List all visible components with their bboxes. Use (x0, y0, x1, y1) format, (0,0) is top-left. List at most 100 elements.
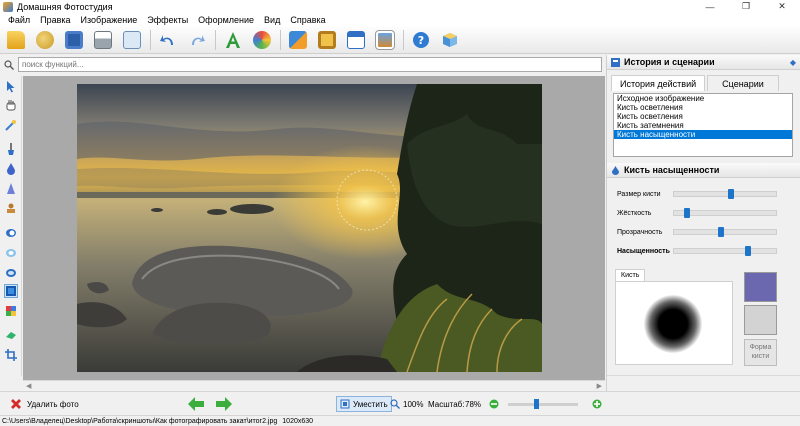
window-controls: — ❐ ✕ (692, 0, 800, 13)
panel-horizontal-scrollbar[interactable] (607, 375, 800, 385)
slider-thumb[interactable] (683, 208, 690, 218)
history-list: Исходное изображение Кисть осветления Ки… (613, 93, 793, 157)
collapse-panel-icon[interactable]: ◆ (790, 58, 796, 67)
help-icon: ? (413, 32, 429, 48)
hardness-slider[interactable] (673, 208, 777, 218)
calendar-button[interactable] (345, 29, 367, 51)
palette-button[interactable] (34, 29, 56, 51)
decor-button[interactable] (251, 29, 273, 51)
menu-image[interactable]: Изображение (76, 15, 143, 25)
magic-wand-tool[interactable] (4, 118, 18, 132)
menu-design[interactable]: Оформление (193, 15, 259, 25)
list-item[interactable]: Кисть осветления (614, 112, 792, 121)
brush-size-slider[interactable] (673, 189, 777, 199)
dodge-tool[interactable] (4, 226, 18, 240)
hand-tool[interactable] (4, 98, 18, 112)
zoom-in-button[interactable] (592, 396, 602, 412)
canvas-horizontal-scrollbar[interactable]: ◀ ▶ (23, 380, 605, 390)
title-bar: Домашняя Фотостудия — ❐ ✕ (0, 0, 800, 13)
frame-icon (318, 31, 336, 49)
saturation-tool[interactable] (4, 284, 18, 298)
scroll-left-icon[interactable]: ◀ (26, 382, 31, 390)
left-toolbar (0, 76, 22, 376)
menu-help[interactable]: Справка (285, 15, 330, 25)
hardness-label: Жёсткость (617, 209, 652, 217)
zoom-slider-thumb[interactable] (534, 399, 539, 409)
undo-button[interactable] (157, 29, 179, 51)
zoom-100-button[interactable]: 100% (390, 396, 423, 412)
dodge-icon (6, 229, 16, 237)
color-tool[interactable] (4, 304, 18, 318)
effects-button[interactable] (287, 29, 309, 51)
zoom-slider[interactable] (508, 399, 578, 409)
scroll-right-icon[interactable]: ▶ (597, 382, 602, 390)
main-color-swatch[interactable] (744, 272, 777, 302)
photo[interactable] (77, 84, 542, 372)
open-button[interactable] (5, 29, 27, 51)
undo-icon (160, 35, 173, 45)
sharpen-tool[interactable] (4, 182, 18, 196)
menu-edit[interactable]: Правка (35, 15, 75, 25)
brush-preview (615, 281, 733, 365)
brush-shape-button[interactable]: Форма кисти (744, 339, 777, 366)
help-button[interactable]: ? (410, 29, 432, 51)
search-bar (0, 55, 606, 74)
3d-box-button[interactable] (439, 29, 461, 51)
list-item[interactable]: Исходное изображение (614, 94, 792, 103)
menu-view[interactable]: Вид (259, 15, 285, 25)
toolbar-separator (215, 30, 216, 50)
saturation-slider[interactable] (673, 246, 777, 256)
cursor-arrow-icon (7, 81, 15, 93)
collage-button[interactable] (374, 29, 396, 51)
open-folder-icon (7, 31, 25, 49)
redo-button[interactable] (186, 29, 208, 51)
eraser-tool[interactable] (4, 328, 18, 342)
image-canvas[interactable] (23, 76, 605, 380)
zoom-out-button[interactable] (489, 396, 499, 412)
calendar-icon (347, 31, 365, 49)
brush-tool[interactable] (4, 142, 18, 156)
preview-button[interactable] (121, 29, 143, 51)
list-item[interactable]: Кисть осветления (614, 103, 792, 112)
slider-thumb[interactable] (718, 227, 725, 237)
print-button[interactable] (92, 29, 114, 51)
menu-file[interactable]: Файл (3, 15, 35, 25)
sponge-tool[interactable] (4, 266, 18, 280)
frame-button[interactable] (316, 29, 338, 51)
list-item-selected[interactable]: Кисть насыщенности (614, 130, 792, 139)
next-photo-button[interactable] (216, 396, 232, 412)
crop-tool[interactable] (4, 348, 18, 362)
save-button[interactable] (63, 29, 85, 51)
redo-icon (192, 35, 205, 45)
tab-history[interactable]: История действий (611, 75, 706, 91)
close-button[interactable]: ✕ (764, 0, 800, 13)
pointer-tool[interactable] (4, 80, 18, 94)
collage-icon (375, 30, 395, 50)
secondary-color-swatch[interactable] (744, 305, 777, 335)
drop-tool[interactable] (4, 162, 18, 176)
saturation-brush-icon (612, 165, 619, 175)
burn-tool[interactable] (4, 246, 18, 260)
delete-photo-button[interactable]: Удалить фото (10, 396, 79, 412)
stamp-tool[interactable] (4, 202, 18, 216)
delete-icon (11, 399, 21, 409)
crop-icon (5, 349, 17, 361)
brush-preview-tab[interactable]: Кисть (615, 269, 646, 281)
eraser-icon (6, 332, 16, 339)
slider-thumb[interactable] (744, 246, 751, 256)
tab-scenarios[interactable]: Сценарии (707, 75, 779, 91)
list-item[interactable]: Кисть затемнения (614, 121, 792, 130)
search-input[interactable] (18, 57, 602, 72)
slider-thumb[interactable] (727, 189, 734, 199)
3d-box-icon (443, 33, 457, 47)
history-tabs: История действий Сценарии (611, 75, 797, 91)
menu-effects[interactable]: Эффекты (142, 15, 193, 25)
prev-photo-button[interactable] (188, 396, 204, 412)
fit-button[interactable]: Уместить (336, 396, 392, 412)
burn-icon (6, 249, 16, 257)
text-tool-button[interactable] (222, 29, 244, 51)
file-path: C:\Users\Владелец\Desktop\Работа\скриншо… (2, 417, 278, 425)
maximize-button[interactable]: ❐ (728, 0, 764, 13)
opacity-slider[interactable] (673, 227, 777, 237)
minimize-button[interactable]: — (692, 0, 728, 13)
